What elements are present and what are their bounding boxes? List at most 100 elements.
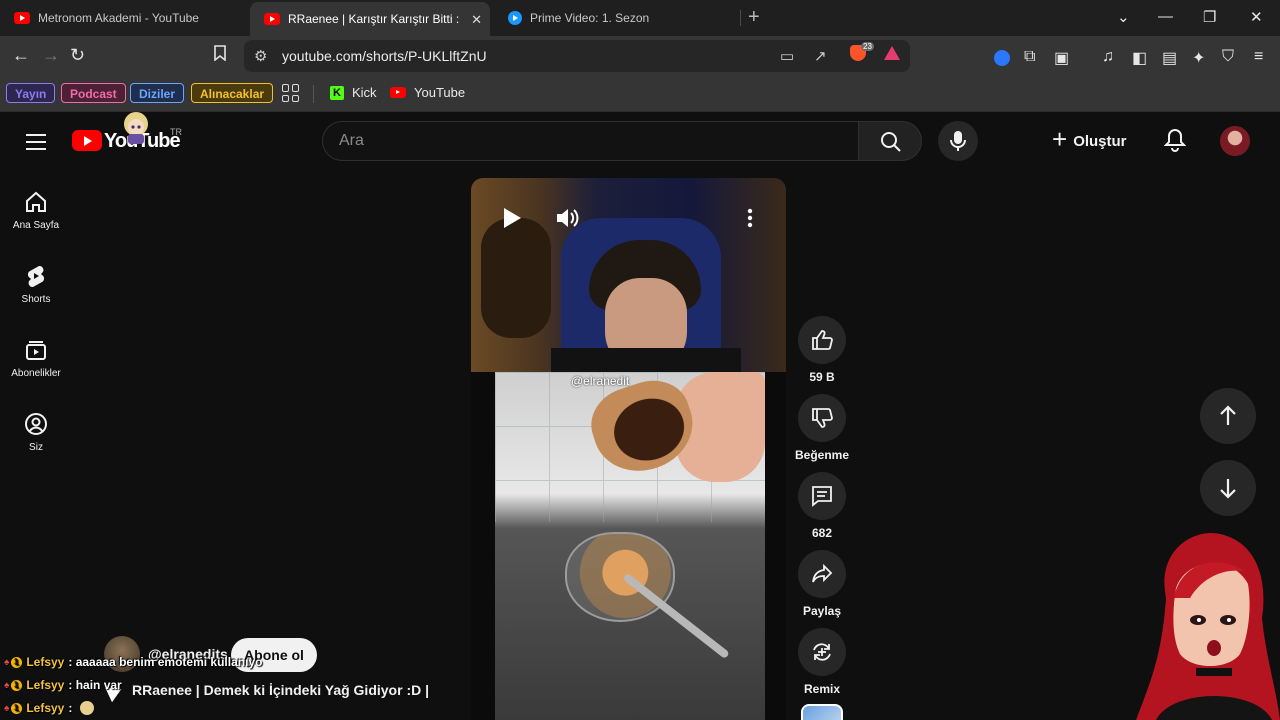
volume-icon[interactable] xyxy=(555,206,581,230)
chat-badge-icon: 1 xyxy=(11,656,23,668)
bookmarks-bar: Yayın Podcast Diziler Alınacaklar K Kick… xyxy=(0,76,1280,112)
arrow-down-icon xyxy=(1220,479,1236,499)
sidebar-icon[interactable]: ◧ xyxy=(1132,48,1147,68)
next-short-button[interactable] xyxy=(1200,460,1256,516)
guide-item-label: Shorts xyxy=(21,294,51,305)
voice-search-button[interactable] xyxy=(938,121,978,161)
anime-mascot-sticker xyxy=(124,112,148,144)
account-avatar[interactable] xyxy=(1220,126,1250,156)
thumbs-down-icon xyxy=(798,394,846,442)
search-icon xyxy=(881,132,901,152)
short-title[interactable]: RRaenee | Demek ki İçindeki Yağ Gidiyor … xyxy=(132,682,429,698)
chat-username: Lefsyy xyxy=(26,655,65,669)
apps-grid-icon[interactable] xyxy=(282,84,300,102)
like-button[interactable]: 59 B xyxy=(795,316,849,384)
subscriptions-icon xyxy=(26,341,46,360)
extension-blue-icon[interactable] xyxy=(994,50,1010,66)
chat-message: ♠ 1 Lefsyy : xyxy=(4,701,94,715)
search-placeholder: Ara xyxy=(339,132,364,149)
bookmark-youtube[interactable]: YouTube xyxy=(390,85,465,100)
restore-icon[interactable]: ❐ xyxy=(1203,8,1216,26)
bookmark-folder-yayin[interactable]: Yayın xyxy=(6,83,56,103)
like-count: 59 B xyxy=(809,370,835,384)
chat-message: ♠ 1 Lefsyy : hain var xyxy=(4,678,122,692)
share-button[interactable]: Paylaş xyxy=(795,550,849,618)
plus-icon: + xyxy=(1052,124,1068,154)
brave-shield-count: 23 xyxy=(861,42,874,51)
search-input[interactable]: Ara xyxy=(322,121,860,161)
home-icon xyxy=(26,191,46,212)
chat-separator: : xyxy=(68,678,76,692)
guide-menu-icon[interactable] xyxy=(26,134,46,155)
guide-item-you[interactable]: Siz xyxy=(0,412,72,453)
notifications-bell-icon[interactable] xyxy=(1164,128,1186,152)
address-bar[interactable]: ⚙ youtube.com/shorts/P-UKLlftZnU ▭ ↗ xyxy=(244,40,910,72)
media-icon[interactable]: ♫ xyxy=(1102,48,1114,66)
tab-title: Metronom Akademi - YouTube xyxy=(38,11,199,25)
close-tab-icon[interactable]: ✕ xyxy=(471,12,482,28)
guide-item-subscriptions[interactable]: Abonelikler xyxy=(0,338,72,379)
new-tab-button[interactable]: + xyxy=(748,6,760,29)
video-watermark: @elranedit xyxy=(571,374,630,388)
brave-rewards-icon[interactable] xyxy=(884,46,900,60)
youtube-icon xyxy=(264,13,280,25)
create-button[interactable]: + Oluştur xyxy=(1052,124,1127,158)
ai-sparkle-icon[interactable]: ✦ xyxy=(1192,48,1205,68)
screenshot-icon[interactable]: ▣ xyxy=(1054,48,1069,68)
bookmark-folder-podcast[interactable]: Podcast xyxy=(61,83,126,103)
remix-icon xyxy=(798,628,846,676)
tab-search-icon[interactable]: ⌄ xyxy=(1117,8,1130,26)
cast-icon[interactable]: ▭ xyxy=(780,47,794,65)
chat-badge-icon: ♠ xyxy=(4,679,10,691)
menu-icon[interactable]: ≡ xyxy=(1254,48,1263,66)
close-window-icon[interactable]: ✕ xyxy=(1250,8,1263,26)
guide-item-home[interactable]: Ana Sayfa xyxy=(0,190,72,231)
chat-badge-icon: 1 xyxy=(11,679,23,691)
guide-item-shorts[interactable]: Shorts xyxy=(0,264,72,305)
chat-username: Lefsyy xyxy=(26,701,65,715)
browser-tab[interactable]: Metronom Akademi - YouTube xyxy=(0,0,248,36)
browser-tab[interactable]: Prime Video: 1. Sezon xyxy=(494,0,740,36)
previous-short-button[interactable] xyxy=(1200,388,1256,444)
chat-text: hain var xyxy=(75,678,122,692)
browser-toolbar: ← → ↻ ⚙ youtube.com/shorts/P-UKLlftZnU ▭… xyxy=(0,36,1280,76)
create-label: Oluştur xyxy=(1073,132,1127,150)
shorts-player[interactable]: @elranedit xyxy=(471,178,786,720)
youtube-icon xyxy=(14,12,30,24)
remix-button[interactable]: Remix xyxy=(795,628,849,696)
play-icon[interactable] xyxy=(501,206,523,230)
bookmark-folder-diziler[interactable]: Diziler xyxy=(130,83,185,103)
sound-thumbnail[interactable] xyxy=(801,704,843,720)
tab-divider xyxy=(740,10,741,26)
comment-count: 682 xyxy=(811,526,833,540)
bookmark-icon[interactable] xyxy=(213,45,227,66)
bookmark-label: Kick xyxy=(352,85,377,100)
vpn-shield-icon[interactable]: ⛉ xyxy=(1222,48,1234,66)
more-options-icon[interactable] xyxy=(747,208,753,228)
chat-message: ♠ 1 Lefsyy : aaaaaa benim emotemi kullan… xyxy=(4,655,262,669)
browser-tab-strip: Metronom Akademi - YouTube RRaenee | Kar… xyxy=(0,0,1280,36)
search-button[interactable] xyxy=(858,121,922,161)
comments-button[interactable]: 682 xyxy=(795,472,849,540)
back-icon[interactable]: ← xyxy=(12,45,30,66)
browser-tab-active[interactable]: RRaenee | Karıştır Karıştır Bitti :D ✕ xyxy=(250,2,490,36)
screen: Metronom Akademi - YouTube RRaenee | Kar… xyxy=(0,0,1280,720)
bookmark-folder-alinacaklar[interactable]: Alınacaklar xyxy=(191,83,274,103)
guide-item-label: Siz xyxy=(29,442,43,453)
youtube-logo-icon[interactable] xyxy=(72,130,102,151)
thumbs-up-icon xyxy=(798,316,846,364)
vtuber-avatar xyxy=(1136,532,1280,720)
site-info-icon[interactable]: ⚙ xyxy=(254,47,267,65)
wallet-icon[interactable]: ▤ xyxy=(1162,48,1177,68)
dislike-button[interactable]: Beğenme xyxy=(795,394,849,462)
bookmark-kick[interactable]: K Kick xyxy=(330,85,377,100)
extensions-puzzle-icon[interactable]: ⧉ xyxy=(1024,48,1035,66)
shorts-icon xyxy=(27,265,45,288)
reload-icon[interactable]: ↻ xyxy=(70,45,85,66)
youtube-icon xyxy=(390,87,406,98)
forward-icon[interactable]: → xyxy=(42,45,60,66)
you-icon xyxy=(25,413,47,435)
minimize-icon[interactable]: — xyxy=(1158,8,1173,25)
share-icon[interactable]: ↗ xyxy=(814,47,827,65)
video-clip xyxy=(495,372,765,720)
